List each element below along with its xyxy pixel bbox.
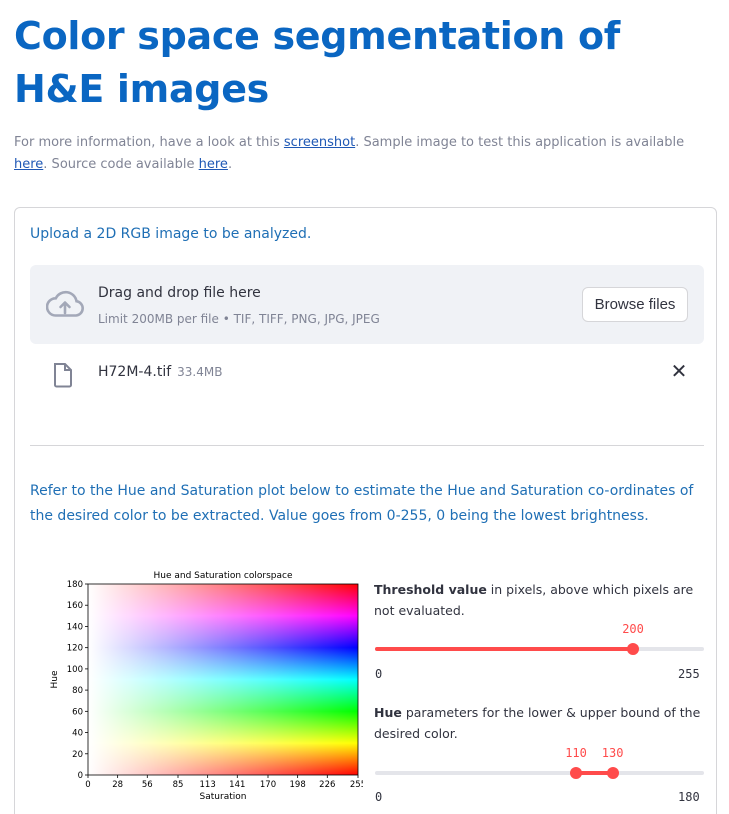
sample-image-link[interactable]: here [14,157,43,172]
y-tick-label: 80 [72,686,83,696]
threshold-description: Threshold value in pixels, above which p… [374,582,694,618]
x-axis-label: Saturation [200,792,247,802]
slider-thumb-lower[interactable] [570,767,583,779]
hue-min-label: 0 [375,790,383,804]
y-tick-label: 160 [67,601,83,611]
uploaded-file-size: 33.4MB [177,365,223,379]
x-tick-label: 85 [173,780,184,790]
file-dropzone[interactable]: Drag and drop file here Limit 200MB per … [30,265,704,344]
slider-value-upper: 130 [601,746,624,760]
y-tick-label: 0 [78,771,83,781]
page-title: Color space segmentation of H&E images [14,14,621,111]
x-tick-label: 226 [319,780,335,790]
instructions-text: Refer to the Hue and Saturation plot bel… [30,483,694,524]
upload-label: Upload a 2D RGB image to be analyzed. [30,226,312,242]
hue-description: Hue parameters for the lower & upper bou… [374,705,701,741]
x-tick-label: 56 [142,780,153,790]
saturation-fade-area [88,584,358,775]
y-tick-label: 20 [72,750,83,760]
slider-fill [375,647,634,651]
y-tick-label: 120 [67,644,83,654]
hue-range-slider[interactable]: 110 130 [375,746,704,786]
y-tick-label: 180 [67,580,83,590]
remove-file-icon[interactable]: ✕ [668,358,690,384]
x-tick-label: 255 [350,780,363,790]
source-code-link[interactable]: here [199,157,228,172]
y-axis-label: Hue [50,670,60,688]
screenshot-link[interactable]: screenshot [284,135,355,150]
slider-value-lower: 110 [565,746,587,760]
intro-text: For more information, have a look at thi… [14,135,685,172]
y-tick-label: 40 [72,729,83,739]
slider-track [375,771,704,775]
slider-thumb-upper[interactable] [606,767,619,779]
threshold-max-label: 255 [678,667,700,681]
x-tick-label: 170 [260,780,276,790]
hue-saturation-plot: Hue and Saturation colorspace 0 28 56 85 113 1… [50,571,363,802]
cloud-upload-icon [46,290,84,317]
x-tick-label: 113 [200,780,216,790]
browse-files-button[interactable]: Browse files [582,287,688,322]
threshold-slider[interactable]: 200 [375,622,704,662]
x-tick-label: 198 [290,780,306,790]
slider-thumb[interactable] [627,643,640,655]
main-container: Upload a 2D RGB image to be analyzed. Dr… [14,207,717,814]
uploaded-file-row: H72M-4.tif 33.4MB ✕ [30,353,704,393]
file-icon [54,363,72,388]
x-tick-label: 141 [229,780,245,790]
dropzone-instructions: Drag and drop file here [98,285,261,301]
divider [30,445,704,446]
y-tick-label: 60 [72,707,83,717]
x-tick-label: 0 [85,780,90,790]
slider-value: 200 [622,622,644,636]
threshold-min-label: 0 [375,667,383,681]
y-tick-label: 100 [67,665,83,675]
x-tick-label: 28 [112,780,123,790]
hue-max-label: 180 [678,790,700,804]
chart-title: Hue and Saturation colorspace [153,571,292,581]
dropzone-limit: Limit 200MB per file • TIF, TIFF, PNG, J… [98,312,380,326]
y-tick-label: 140 [67,622,83,632]
uploaded-file-name: H72M-4.tif 33.4MB [98,364,223,380]
